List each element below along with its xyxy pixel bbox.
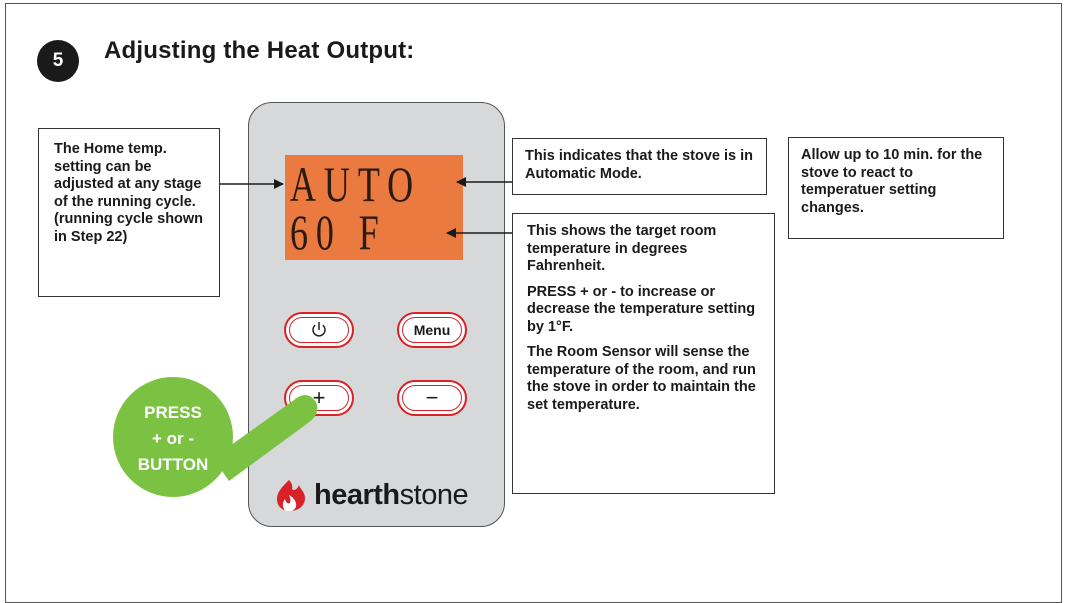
callout-line-1: PRESS [144, 403, 202, 422]
press-button-callout-text: PRESS + or - BUTTON [128, 400, 218, 478]
annotation-arrows [113, 177, 512, 497]
callout-line-3: BUTTON [137, 455, 209, 474]
callout-line-2: + or - [151, 429, 195, 448]
